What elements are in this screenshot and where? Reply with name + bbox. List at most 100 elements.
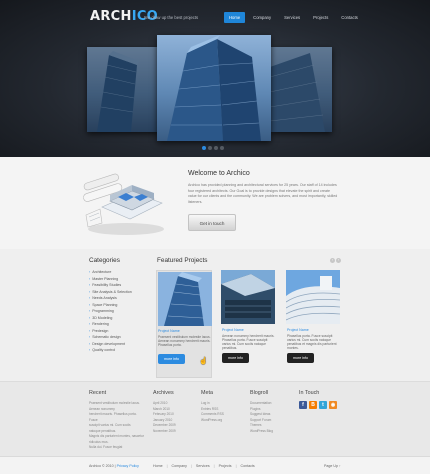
social-icons: f B t ◉ [299,401,337,409]
slide-left[interactable] [87,47,159,132]
project-description: Praesent vestibulum molestie lacus. Aene… [158,335,211,347]
project-description: Phasellus porta. Fusce suscipit varius m… [287,334,337,350]
recent-link[interactable]: Nulla dui. Fusce feugiat [89,445,144,451]
arrow-right-icon: › [89,302,91,307]
curved-building-image [286,270,340,324]
featured-nav: ‹ › [330,258,341,263]
arrow-right-icon: › [89,276,91,281]
recent-link[interactable]: Praesent vestibulum molestie lacus. [89,401,144,407]
blogroll-link[interactable]: Suggest Ideas [250,412,273,418]
project-title[interactable]: Project Name [158,329,180,333]
slide-right[interactable] [270,47,332,132]
arrow-right-icon: › [89,309,91,313]
main-content: Categories › Architecture › Master Plannin… [0,249,430,381]
project-thumbnail[interactable] [158,272,212,326]
arrow-right-icon: › [89,289,91,294]
arrow-right-icon: › [89,270,91,274]
prev-arrow-icon[interactable]: ‹ [330,258,335,263]
bottom-nav-contacts[interactable]: Contacts [241,464,255,468]
meta-link[interactable]: Comments RSS [201,412,224,418]
hand-cursor-icon: ☝ [199,358,208,365]
tagline: We draw up the best projects [144,15,199,20]
footer-blogroll: Blogroll Documentation Plugins Suggest I… [250,390,273,434]
recent-link[interactable]: Magnis dis parturient montes, nascetur [89,434,144,440]
footer-in-touch: In Touch f B t ◉ [299,390,337,409]
welcome-text: Archico has provided planning and archit… [188,183,338,204]
meta-link[interactable]: WordPress.org [201,418,224,424]
project-description: Aenean nonummy hendrerit mauris. Phasell… [222,334,275,350]
nav-company[interactable]: Company [248,12,276,23]
slider-dot[interactable] [220,146,224,150]
footer-heading: Recent [89,390,107,396]
bottom-bar: Archico © 2010 | Privacy Policy Home | Co… [0,456,430,474]
project-title[interactable]: Project Name [222,328,244,332]
project-card[interactable]: Project Name Aenean nonummy hendrerit ma… [221,270,277,378]
blogroll-link[interactable]: WordPress Blog [250,429,273,435]
blueprint-house-illustration [83,173,164,235]
footer-recent: Recent Praesent vestibulum molestie lacu… [89,390,144,451]
project-thumbnail[interactable] [221,270,275,324]
footer-meta: Meta Log in Entries RSS Comments RSS Wor… [201,390,224,423]
welcome-section: Welcome to Archico Archico has provided … [0,157,430,249]
arrow-right-icon: › [89,348,91,352]
footer-heading: In Touch [299,390,320,396]
bottom-nav-company[interactable]: Company [172,464,187,468]
arrow-right-icon: › [89,315,91,320]
twitter-icon[interactable]: t [319,401,327,409]
nav-home[interactable]: Home [224,12,246,23]
get-in-touch-button[interactable]: Get in touch [188,214,236,231]
arrow-right-icon: › [89,322,91,326]
bottom-nav-home[interactable]: Home [153,464,163,468]
bottom-nav-services[interactable]: Services [196,464,210,468]
arrow-right-icon: › [89,341,91,346]
nav-projects[interactable]: Projects [308,12,333,23]
slider-dot[interactable] [214,146,218,150]
slider-dots [202,146,224,150]
project-card[interactable]: Project Name Phasellus porta. Fusce susc… [286,270,342,378]
rss-icon[interactable]: ◉ [329,401,337,409]
more-info-button[interactable]: more info [287,353,314,363]
nav-contacts[interactable]: Contacts [336,12,363,23]
project-title[interactable]: Project Name [287,328,309,332]
blogger-icon[interactable]: B [309,401,317,409]
archive-link[interactable]: February 2010 [153,412,176,418]
glass-tower-image [158,272,212,326]
blogroll-link[interactable]: Documentation [250,401,273,407]
main-nav: Home Company Services Projects Contacts [224,12,363,23]
footer-heading: Blogroll [250,390,268,396]
page-up-link[interactable]: Page Up ↑ [324,464,341,468]
project-thumbnail[interactable] [286,270,340,324]
arrow-right-icon: › [89,296,91,300]
modern-building-image [221,270,275,324]
slider-dot[interactable] [208,146,212,150]
logo-text-part1: ARCH [90,9,132,24]
arrow-right-icon: › [89,283,91,287]
bottom-nav: Home | Company | Services | Projects | Conta… [153,464,255,468]
categories-list: › Architecture › Master Planning › Feasibil… [89,269,132,354]
footer: Recent Praesent vestibulum molestie lacu… [0,381,430,456]
more-info-button[interactable]: more info [158,354,185,364]
footer-heading: Archives [153,390,174,396]
slider-dot[interactable] [202,146,206,150]
category-item[interactable]: › Quality control [89,347,132,354]
slide-center[interactable] [157,35,271,141]
facebook-icon[interactable]: f [299,401,307,409]
more-info-button[interactable]: more info [222,353,249,363]
arrow-right-icon: › [89,335,91,339]
featured-projects-title: Featured Projects [157,257,208,264]
project-card[interactable]: Project Name Praesent vestibulum molesti… [156,270,212,378]
archive-link[interactable]: December 2009 [153,423,176,429]
welcome-title: Welcome to Archico [188,170,250,177]
arrow-right-icon: › [89,328,91,333]
recent-link[interactable]: hendrerit mauris. Phasellus porta. [89,412,144,418]
next-arrow-icon[interactable]: › [336,258,341,263]
archive-link[interactable]: November 2009 [153,429,176,435]
privacy-policy-link[interactable]: Privacy Policy [117,464,139,468]
header: ARCHICO We draw up the best projects Hom… [0,0,430,157]
bottom-nav-projects[interactable]: Projects [219,464,232,468]
nav-services[interactable]: Services [279,12,305,23]
skyscraper-image [167,35,261,141]
footer-heading: Meta [201,390,213,396]
footer-archives: Archives April 2010 March 2010 February … [153,390,176,434]
copyright: Archico © 2010 | Privacy Policy [89,464,139,468]
